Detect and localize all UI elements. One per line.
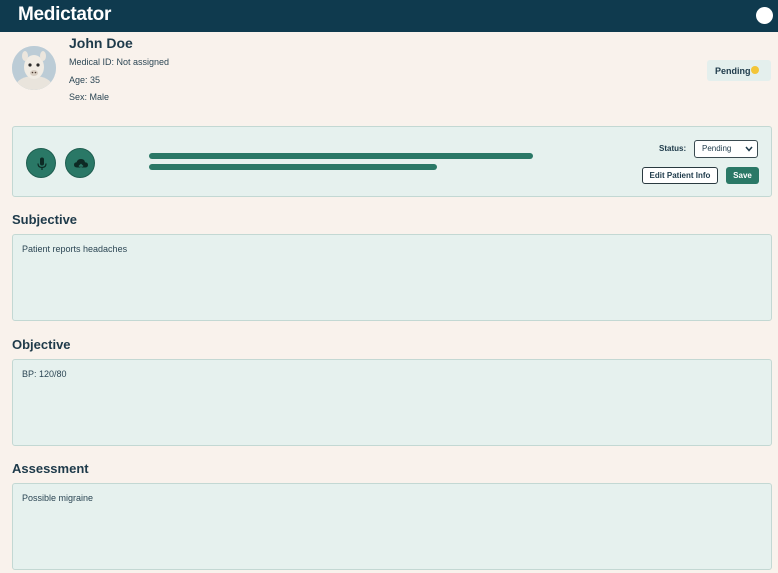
objective-textarea[interactable]: BP: 120/80 <box>12 359 772 446</box>
audio-waveform-bar <box>149 153 533 159</box>
patient-age: Age: 35 <box>69 75 101 85</box>
cloud-upload-icon <box>74 159 88 170</box>
top-bar: Medictator <box>0 0 778 32</box>
assessment-title: Assessment <box>12 461 89 476</box>
microphone-icon <box>37 157 47 170</box>
record-button[interactable] <box>26 148 56 178</box>
patient-avatar <box>12 46 56 90</box>
user-menu-icon[interactable] <box>756 7 773 24</box>
status-badge: Pending <box>707 60 771 81</box>
edit-patient-info-button[interactable]: Edit Patient Info <box>642 167 718 184</box>
save-button[interactable]: Save <box>726 167 759 184</box>
status-select[interactable]: Pending <box>694 140 758 158</box>
app-title: Medictator <box>18 4 112 25</box>
subjective-textarea[interactable]: Patient reports headaches <box>12 234 772 321</box>
medical-id: Medical ID: Not assigned <box>69 57 170 67</box>
upload-button[interactable] <box>65 148 95 178</box>
status-badge-label: Pending <box>715 66 751 76</box>
chevron-down-icon <box>745 146 753 152</box>
pending-dot-icon <box>751 66 759 74</box>
recording-panel: Status: Pending Edit Patient Info Save <box>12 126 772 197</box>
status-select-value: Pending <box>702 144 732 153</box>
assessment-textarea[interactable]: Possible migraine <box>12 483 772 570</box>
subjective-title: Subjective <box>12 212 78 227</box>
alpaca-avatar-image <box>12 46 56 90</box>
patient-name: John Doe <box>69 35 133 51</box>
audio-waveform-bar <box>149 164 437 170</box>
status-label: Status: <box>659 144 687 153</box>
patient-sex: Sex: Male <box>69 92 110 102</box>
objective-title: Objective <box>12 337 71 352</box>
